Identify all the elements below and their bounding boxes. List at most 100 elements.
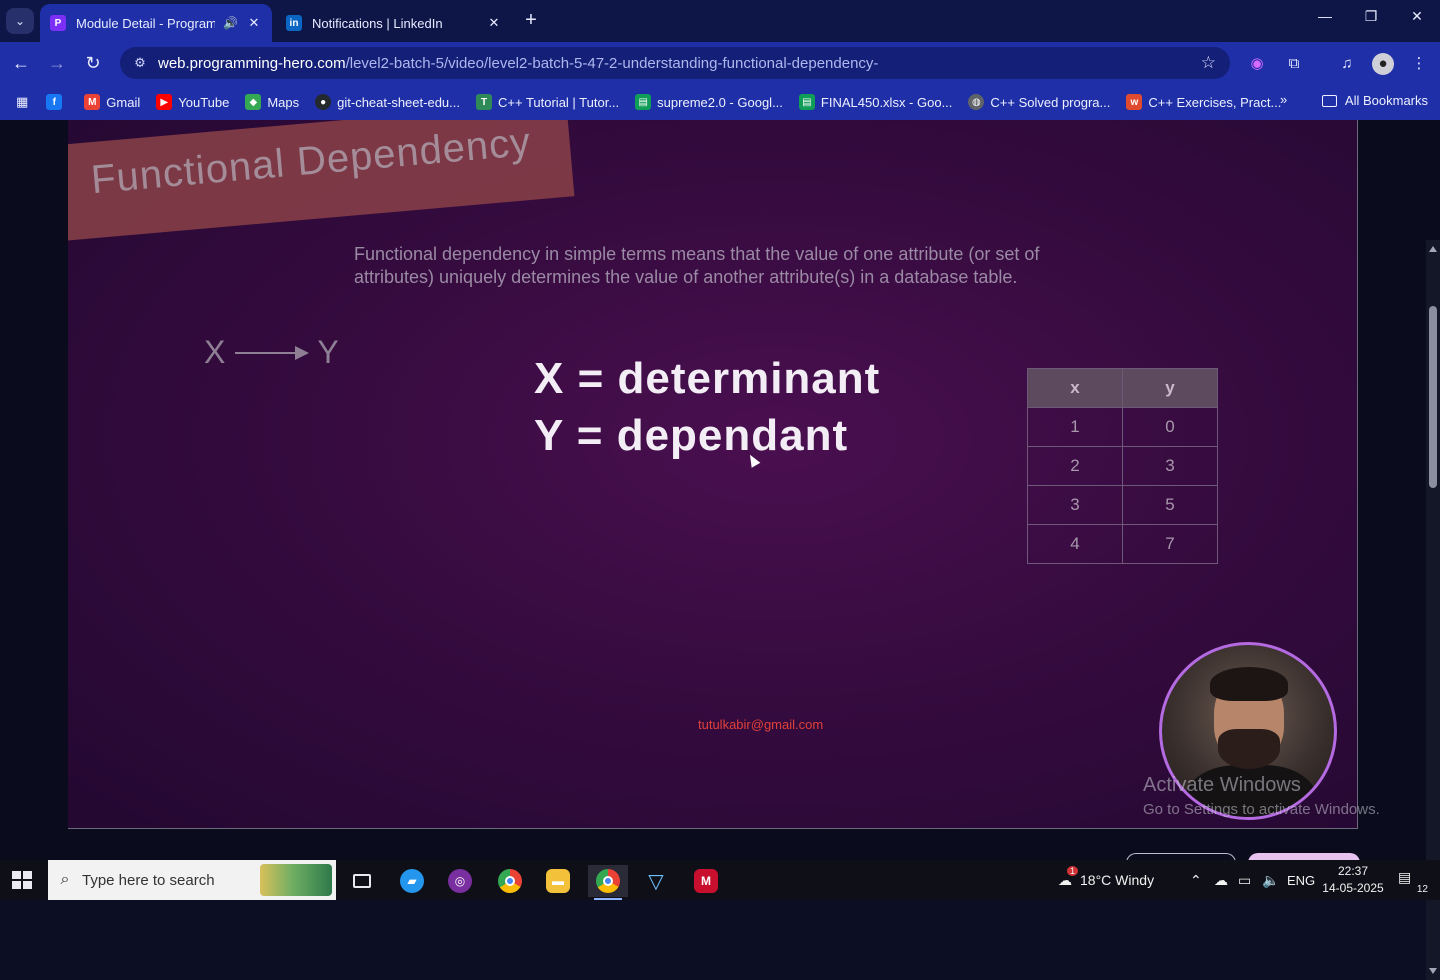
- table-cell: 5: [1122, 485, 1218, 525]
- table-cell: 7: [1122, 524, 1218, 564]
- youtube-icon: ▶: [156, 94, 173, 110]
- bookmark-facebook[interactable]: f: [46, 94, 68, 110]
- facebook-icon: f: [46, 94, 63, 110]
- tab-module-detail[interactable]: P Module Detail - Programmi 🔊 ✕: [40, 4, 272, 42]
- table-row: 4 7: [1027, 524, 1218, 564]
- taskbar-search-box[interactable]: ⌕ Type here to search: [48, 860, 336, 900]
- bookmark-cpp-exercises[interactable]: w C++ Exercises, Pract...: [1126, 94, 1281, 110]
- bookmark-maps[interactable]: ◆ Maps: [245, 94, 299, 110]
- media-control-icon[interactable]: ♫: [1336, 53, 1358, 75]
- xy-table: x y 1 0 2 3 3 5 4 7: [1027, 368, 1218, 564]
- bookmark-final450[interactable]: ▤ FINAL450.xlsx - Goo...: [798, 94, 952, 110]
- scrollbar-thumb[interactable]: [1429, 306, 1437, 488]
- minimize-icon[interactable]: —: [1310, 8, 1340, 24]
- activate-windows-subtitle: Go to Settings to activate Windows.: [1143, 801, 1380, 818]
- chrome-icon[interactable]: [490, 865, 530, 897]
- globe-icon: ◍: [968, 94, 985, 110]
- show-hidden-icons[interactable]: ⌃: [1190, 860, 1202, 900]
- back-arrow-icon[interactable]: ←: [8, 51, 34, 75]
- arrow-right-label: Y: [317, 334, 339, 370]
- notification-center-icon[interactable]: ▤ 12: [1398, 869, 1430, 895]
- tab-search-button[interactable]: ⌄: [6, 8, 34, 34]
- column-header: y: [1122, 368, 1218, 408]
- column-header: x: [1027, 368, 1123, 408]
- tab-linkedin[interactable]: in Notifications | LinkedIn ✕: [276, 4, 512, 42]
- table-cell: 4: [1027, 524, 1123, 564]
- time: 22:37: [1337, 864, 1369, 878]
- more-bookmarks-icon[interactable]: »: [1280, 92, 1287, 107]
- new-tab-button[interactable]: +: [520, 10, 542, 32]
- notification-count: 12: [1414, 884, 1430, 895]
- bookmark-label: C++ Exercises, Pract...: [1148, 94, 1282, 110]
- presenter-hair: [1210, 667, 1288, 701]
- volume-icon[interactable]: 🔈: [1262, 860, 1279, 900]
- forward-arrow-icon[interactable]: →: [44, 51, 70, 75]
- speaker-icon[interactable]: 🔊: [223, 16, 238, 30]
- extensions-puzzle-icon[interactable]: ⧉: [1283, 53, 1305, 75]
- scroll-down-arrow-icon[interactable]: [1429, 968, 1437, 974]
- vpn-icon[interactable]: ▽: [636, 865, 676, 897]
- dependency-arrow: X Y: [204, 334, 339, 371]
- table-row: 1 0: [1027, 407, 1218, 447]
- address-bar[interactable]: ⚙ web.programming-hero.com/level2-batch-…: [120, 47, 1230, 79]
- url-text[interactable]: web.programming-hero.com/level2-batch-5/…: [158, 55, 878, 72]
- app-circle-icon[interactable]: ◎: [440, 865, 480, 897]
- close-window-icon[interactable]: ✕: [1402, 8, 1432, 25]
- windows-taskbar: ⌕ Type here to search ▰ ◎ ▬ ▽ M ☁ 1 18°C …: [0, 860, 1440, 900]
- restore-icon[interactable]: ❐: [1356, 8, 1386, 25]
- search-icon: ⌕: [60, 871, 70, 888]
- bookmark-star-icon[interactable]: ☆: [1201, 53, 1216, 73]
- reload-icon[interactable]: ↻: [80, 51, 106, 75]
- network-icon[interactable]: ▭: [1238, 860, 1251, 900]
- table-cell: 3: [1122, 446, 1218, 486]
- file-explorer-icon[interactable]: ▬: [538, 865, 578, 897]
- windows-start-icon[interactable]: [12, 871, 32, 889]
- bookmark-cpp-solved[interactable]: ◍ C++ Solved progra...: [968, 94, 1110, 110]
- date: 14-05-2025: [1322, 881, 1384, 895]
- menu-kebab-icon[interactable]: ⋮: [1408, 53, 1430, 75]
- onedrive-icon[interactable]: ☁: [1214, 860, 1228, 900]
- sheets-icon: ▤: [798, 94, 815, 110]
- sheets-icon: ▤: [635, 94, 652, 110]
- bookmarks-bar: ▦ f M Gmail ▶ YouTube ◆ Maps ● git-cheat…: [0, 84, 1440, 120]
- bookmark-supreme[interactable]: ▤ supreme2.0 - Googl...: [635, 94, 783, 110]
- apps-grid-icon[interactable]: ▦: [16, 94, 28, 110]
- task-view-icon[interactable]: [342, 865, 382, 897]
- folder-icon: [1321, 94, 1337, 107]
- site-settings-icon[interactable]: ⚙: [128, 55, 152, 71]
- search-highlight-image: [260, 864, 332, 896]
- bookmark-label: Maps: [267, 94, 300, 110]
- bookmark-cpp-tutorial[interactable]: T C++ Tutorial | Tutor...: [476, 94, 619, 110]
- bookmark-git-cheat-sheet[interactable]: ● git-cheat-sheet-edu...: [315, 94, 460, 110]
- profile-avatar-icon[interactable]: ●: [1372, 53, 1394, 75]
- chrome-profile-icon[interactable]: [588, 865, 628, 900]
- page-content: Functional Dependency Functional depende…: [0, 120, 1440, 980]
- close-tab-icon[interactable]: ✕: [246, 15, 262, 31]
- table-cell: 0: [1122, 407, 1218, 447]
- video-player[interactable]: Functional Dependency Functional depende…: [68, 120, 1358, 829]
- scroll-up-arrow-icon[interactable]: [1429, 246, 1437, 252]
- tab-title: Notifications | LinkedIn: [312, 15, 443, 31]
- weather-widget[interactable]: ☁ 1 18°C Windy: [1058, 860, 1154, 900]
- url-path: /level2-batch-5/video/level2-batch-5-47-…: [345, 54, 879, 72]
- table-header-row: x y: [1027, 368, 1218, 408]
- presenter-email: tutulkabir@gmail.com: [698, 717, 824, 732]
- banner-title: Functional Dependency: [89, 120, 533, 203]
- bookmark-gmail[interactable]: M Gmail: [84, 94, 140, 110]
- bookmark-youtube[interactable]: ▶ YouTube: [156, 94, 229, 110]
- all-bookmarks-label: All Bookmarks: [1344, 93, 1428, 108]
- browser-toolbar: ← → ↻ ⚙ web.programming-hero.com/level2-…: [0, 42, 1440, 84]
- gmail-icon: M: [84, 94, 101, 110]
- extension-icon[interactable]: ◉: [1246, 53, 1268, 75]
- language-indicator[interactable]: ENG: [1287, 860, 1315, 900]
- close-tab-icon[interactable]: ✕: [486, 15, 502, 31]
- table-row: 3 5: [1027, 485, 1218, 525]
- dependant-equation: Y = dependant: [534, 411, 849, 460]
- tab-strip: ⌄ P Module Detail - Programmi 🔊 ✕ in Not…: [0, 0, 1440, 42]
- docker-icon[interactable]: ▰: [392, 865, 432, 897]
- bookmark-label: Gmail: [106, 94, 141, 110]
- all-bookmarks-button[interactable]: All Bookmarks: [1321, 93, 1428, 108]
- mcafee-icon[interactable]: M: [686, 865, 726, 897]
- bookmark-label: YouTube: [178, 94, 230, 110]
- clock[interactable]: 22:37 14-05-2025: [1322, 863, 1384, 897]
